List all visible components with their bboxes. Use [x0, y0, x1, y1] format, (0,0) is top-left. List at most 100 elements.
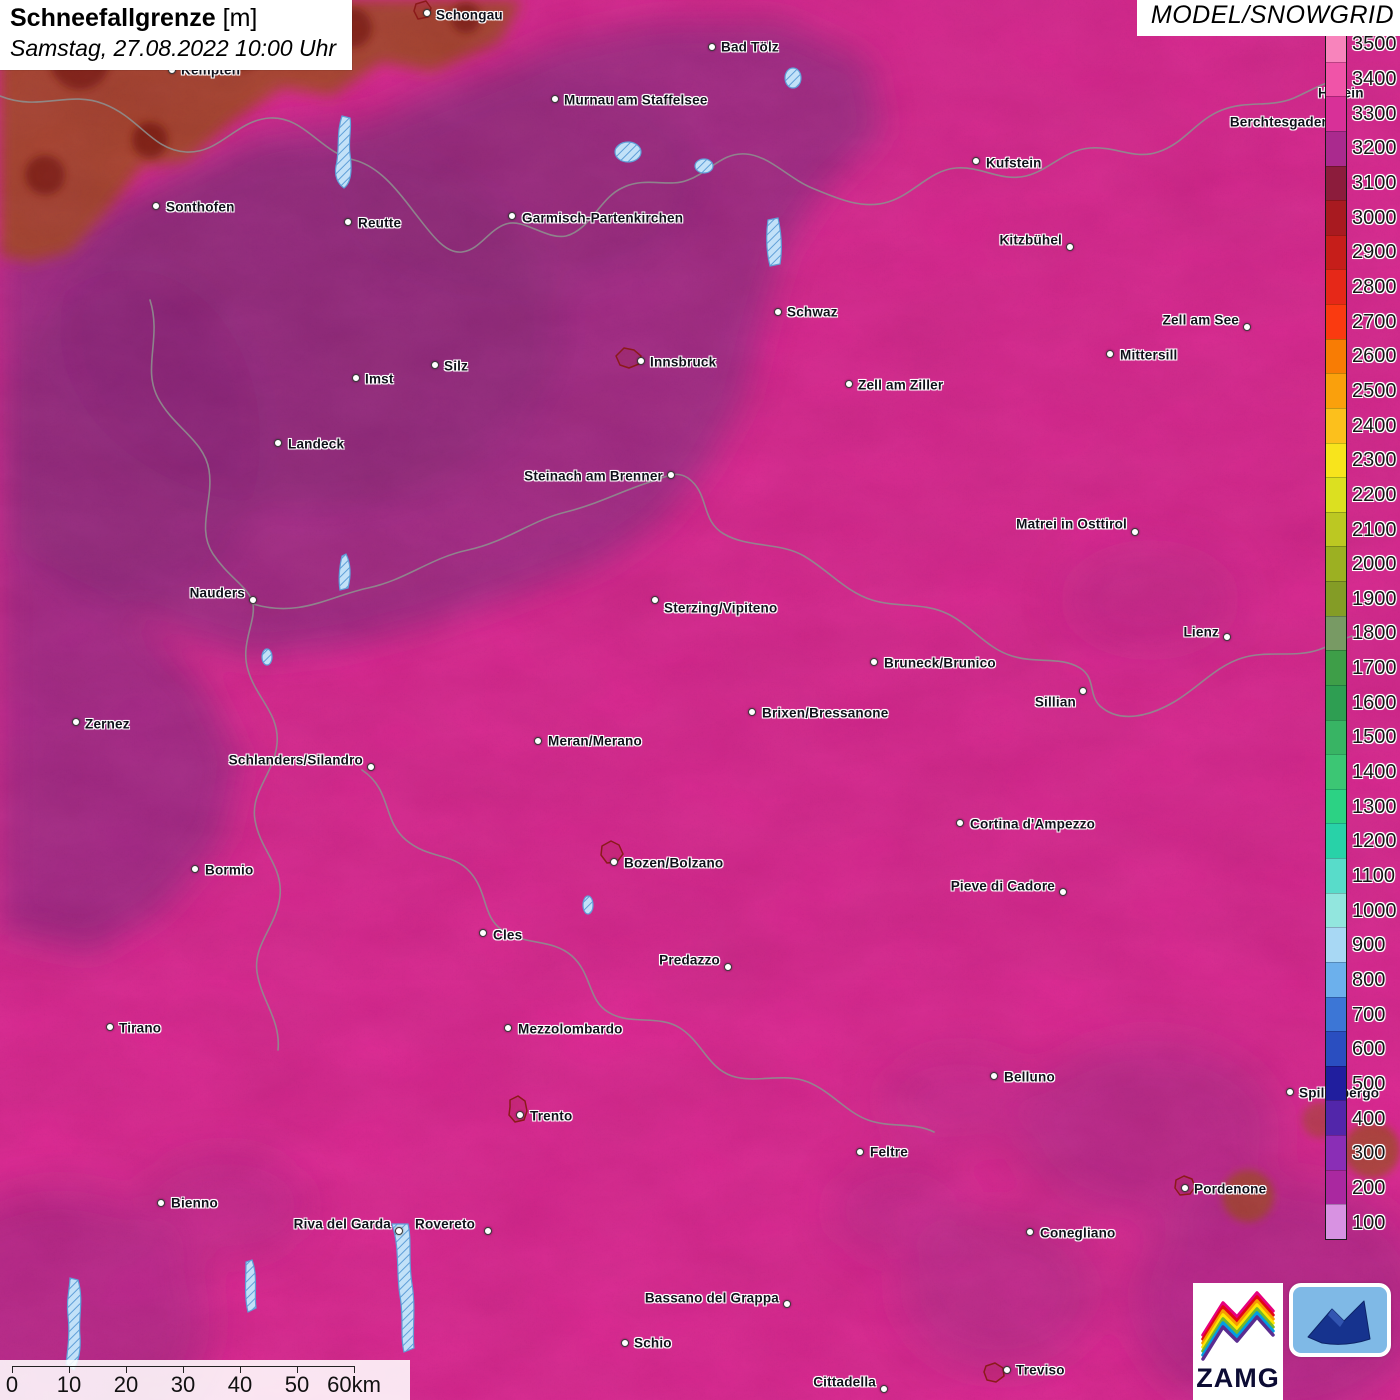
city-dot-kitzb-hel — [1066, 243, 1074, 251]
city-label-bad-t-lz: Bad Tölz — [721, 40, 779, 55]
city-label-treviso: Treviso — [1016, 1363, 1065, 1378]
city-label-mittersill: Mittersill — [1120, 348, 1178, 363]
colorbar-label-100: 100 — [1352, 1205, 1400, 1240]
city-dot-lienz — [1223, 633, 1231, 641]
map-title: Schneefallgrenze — [10, 4, 216, 32]
title-box: Schneefallgrenze[m] Samstag, 27.08.2022 … — [0, 0, 352, 70]
city-label-rovereto: Rovereto — [415, 1217, 475, 1232]
colorbar-label-1700: 1700 — [1352, 651, 1400, 686]
colorbar-label-1900: 1900 — [1352, 582, 1400, 617]
city-dot-imst — [352, 374, 360, 382]
colorbar-segment-2900 — [1326, 235, 1346, 270]
scale-label-50: 50 — [285, 1372, 309, 1398]
city-label-schwaz: Schwaz — [787, 305, 838, 320]
city-label-schlanders-silandro: Schlanders/Silandro — [229, 753, 363, 768]
scale-bar: 0102030405060km — [0, 1360, 410, 1400]
colorbar-segment-1500 — [1326, 720, 1346, 755]
colorbar-segment-3100 — [1326, 166, 1346, 201]
city-dot-cles — [479, 929, 487, 937]
zamg-rainbow-icon — [1200, 1289, 1276, 1363]
city-dot-sterzing-vipiteno — [651, 596, 659, 604]
city-dot-conegliano — [1026, 1228, 1034, 1236]
city-label-tirano: Tirano — [119, 1021, 161, 1036]
city-dot-sonthofen — [152, 202, 160, 210]
city-dot-schongau — [423, 9, 431, 17]
colorbar-segment-2000 — [1326, 546, 1346, 581]
colorbar-segment-500 — [1326, 1066, 1346, 1101]
city-label-schongau: Schongau — [436, 8, 503, 23]
colorbar-segment-1600 — [1326, 685, 1346, 720]
colorbar-segment-2500 — [1326, 373, 1346, 408]
city-label-cortina-d-ampezzo: Cortina d'Ampezzo — [970, 817, 1095, 832]
colorbar-label-1800: 1800 — [1352, 616, 1400, 651]
colorbar-segment-300 — [1326, 1135, 1346, 1170]
city-label-pieve-di-cadore: Pieve di Cadore — [951, 879, 1055, 894]
city-dot-bad-t-lz — [708, 43, 716, 51]
colorbar-segment-3000 — [1326, 200, 1346, 235]
colorbar-label-2000: 2000 — [1352, 547, 1400, 582]
colorbar-segment-3400 — [1326, 62, 1346, 97]
colorbar-segment-200 — [1326, 1170, 1346, 1205]
city-dot-zernez — [72, 718, 80, 726]
colorbar-label-1400: 1400 — [1352, 755, 1400, 790]
city-label-bassano-del-grappa: Bassano del Grappa — [645, 1291, 779, 1306]
city-dot-predazzo — [724, 963, 732, 971]
colorbar-label-2100: 2100 — [1352, 512, 1400, 547]
city-label-trento: Trento — [530, 1109, 572, 1124]
colorbar-label-500: 500 — [1352, 1067, 1400, 1102]
city-label-sterzing-vipiteno: Sterzing/Vipiteno — [664, 601, 777, 616]
colorbar-label-3200: 3200 — [1352, 131, 1400, 166]
city-dot-murnau-am-staffelsee — [551, 95, 559, 103]
city-label-cles: Cles — [493, 928, 522, 943]
city-label-conegliano: Conegliano — [1040, 1226, 1116, 1241]
colorbar-strip — [1325, 27, 1347, 1240]
colorbar-label-2800: 2800 — [1352, 270, 1400, 305]
colorbar-label-300: 300 — [1352, 1136, 1400, 1171]
city-dot-zell-am-ziller — [845, 380, 853, 388]
colorbar-label-3400: 3400 — [1352, 62, 1400, 97]
city-label-garmisch-partenkirchen: Garmisch-Partenkirchen — [522, 211, 683, 226]
colorbar-label-3100: 3100 — [1352, 166, 1400, 201]
city-dot-feltre — [856, 1148, 864, 1156]
colorbar-label-2600: 2600 — [1352, 339, 1400, 374]
colorbar-label-600: 600 — [1352, 1032, 1400, 1067]
colorbar-segment-1000 — [1326, 893, 1346, 928]
colorbar-label-2500: 2500 — [1352, 374, 1400, 409]
city-label-bienno: Bienno — [171, 1196, 218, 1211]
city-label-nauders: Nauders — [190, 586, 245, 601]
colorbar-segment-3300 — [1326, 96, 1346, 131]
city-dot-innsbruck — [637, 357, 645, 365]
city-label-berchtesgaden: Berchtesgaden — [1230, 115, 1330, 130]
colorbar-segment-700 — [1326, 997, 1346, 1032]
city-dot-mezzolombardo — [504, 1024, 512, 1032]
colorbar-label-2300: 2300 — [1352, 443, 1400, 478]
city-dot-zell-am-see — [1243, 323, 1251, 331]
city-label-mezzolombardo: Mezzolombardo — [518, 1022, 623, 1037]
city-label-schio: Schio — [634, 1336, 672, 1351]
city-dot-bruneck-brunico — [870, 658, 878, 666]
city-label-reutte: Reutte — [358, 216, 401, 231]
city-label-kufstein: Kufstein — [986, 156, 1042, 171]
city-dot-matrei-in-osttirol — [1131, 528, 1139, 536]
city-label-matrei-in-osttirol: Matrei in Osttirol — [1016, 517, 1127, 532]
city-label-zell-am-see: Zell am See — [1163, 313, 1240, 328]
city-dot-schlanders-silandro — [367, 763, 375, 771]
city-dot-bassano-del-grappa — [783, 1300, 791, 1308]
colorbar-label-1500: 1500 — [1352, 720, 1400, 755]
city-dot-cittadella — [880, 1385, 888, 1393]
colorbar-segment-400 — [1326, 1100, 1346, 1135]
city-label-kitzb-hel: Kitzbühel — [999, 233, 1062, 248]
colorbar-segment-1700 — [1326, 650, 1346, 685]
city-dot-belluno — [990, 1072, 998, 1080]
colorbar-segment-2100 — [1326, 512, 1346, 547]
title-line: Schneefallgrenze[m] — [10, 4, 336, 33]
colorbar-label-1100: 1100 — [1352, 859, 1400, 894]
city-dot-kufstein — [972, 157, 980, 165]
colorbar-label-1000: 1000 — [1352, 893, 1400, 928]
city-label-silz: Silz — [444, 359, 468, 374]
city-label-belluno: Belluno — [1004, 1070, 1055, 1085]
city-dot-landeck — [274, 439, 282, 447]
colorbar-label-900: 900 — [1352, 928, 1400, 963]
city-dot-sillian — [1079, 687, 1087, 695]
colorbar-segment-900 — [1326, 927, 1346, 962]
